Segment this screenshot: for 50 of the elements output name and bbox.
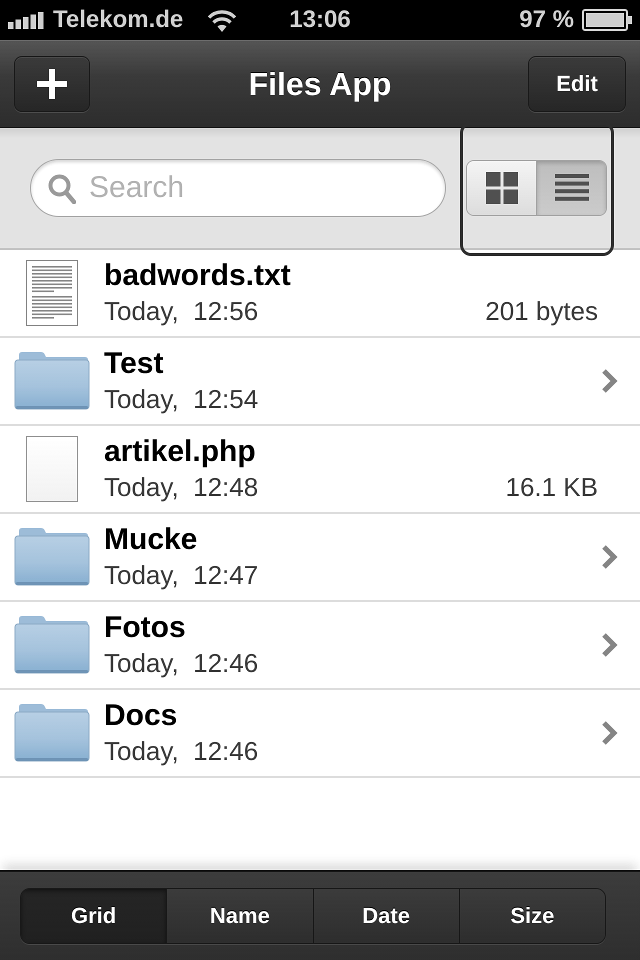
document-icon <box>26 436 78 502</box>
chevron-right-icon <box>601 544 618 570</box>
sort-tab[interactable]: Size <box>458 889 605 943</box>
search-field[interactable]: Search <box>30 159 446 217</box>
file-row[interactable]: Mucke Today, 12:47 <box>0 514 640 602</box>
plus-icon <box>37 69 67 99</box>
chevron-right-icon <box>601 632 618 658</box>
modified-date: Today, 12:46 <box>104 647 258 680</box>
folder-icon <box>14 352 90 410</box>
file-name: artikel.php <box>104 434 256 470</box>
sort-tab[interactable]: Name <box>166 889 312 943</box>
file-name: Docs <box>104 698 178 734</box>
modified-date: Today, 12:48 <box>104 471 258 504</box>
file-name: Test <box>104 346 164 382</box>
screen-title: Files App <box>248 66 392 102</box>
view-mode-button[interactable] <box>536 161 606 215</box>
file-name: Fotos <box>104 610 186 646</box>
grid-icon <box>486 172 518 204</box>
file-row[interactable]: Docs Today, 12:46 <box>0 690 640 778</box>
file-size: 201 bytes <box>485 295 598 328</box>
clock-time: 13:06 <box>289 6 351 34</box>
battery-icon <box>582 9 632 31</box>
sort-tab[interactable]: Date <box>312 889 459 943</box>
file-row[interactable]: badwords.txt Today, 12:56 201 bytes <box>0 250 640 338</box>
modified-date: Today, 12:54 <box>104 383 258 416</box>
folder-icon <box>14 616 90 674</box>
folder-icon <box>14 704 90 762</box>
text-document-icon <box>26 260 78 326</box>
modified-date: Today, 12:47 <box>104 559 258 592</box>
search-icon <box>48 174 76 204</box>
add-button[interactable] <box>14 56 90 112</box>
sort-tab[interactable]: Grid <box>21 889 166 943</box>
file-row[interactable]: Fotos Today, 12:46 <box>0 602 640 690</box>
signal-bars-icon <box>8 12 45 28</box>
file-row[interactable]: artikel.php Today, 12:48 16.1 KB <box>0 426 640 514</box>
battery-percentage: 97 % <box>519 6 574 34</box>
view-mode-button[interactable] <box>467 161 536 215</box>
edit-button[interactable]: Edit <box>528 56 626 112</box>
file-row[interactable]: Test Today, 12:54 <box>0 338 640 426</box>
file-name: badwords.txt <box>104 258 291 294</box>
carrier-name: Telekom.de <box>53 6 184 34</box>
chevron-right-icon <box>601 720 618 746</box>
folder-icon <box>14 528 90 586</box>
file-name: Mucke <box>104 522 198 558</box>
list-icon <box>554 174 588 202</box>
wifi-icon <box>207 8 238 32</box>
modified-date: Today, 12:56 <box>104 295 258 328</box>
modified-date: Today, 12:46 <box>104 735 258 768</box>
file-size: 16.1 KB <box>505 471 598 504</box>
chevron-right-icon <box>601 368 618 394</box>
